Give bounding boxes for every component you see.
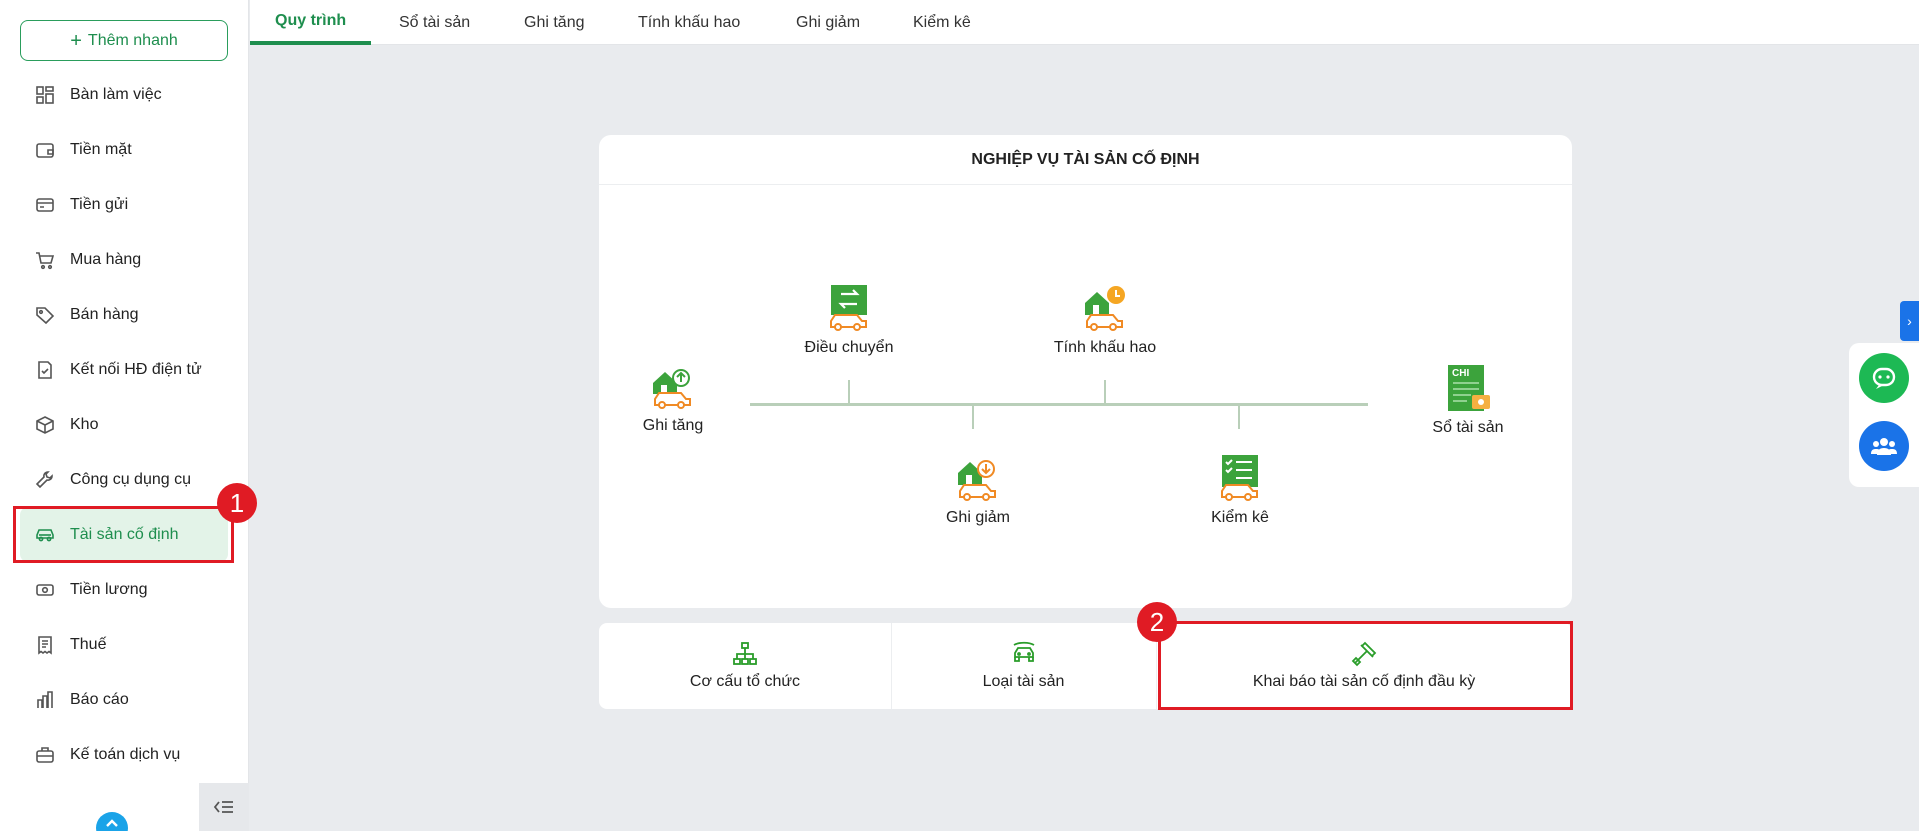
side-expand-tab[interactable]: › [1900, 301, 1919, 341]
sidebar-item-ket-noi-hd[interactable]: Kết nối HĐ điện tử [20, 342, 228, 397]
sidebar: + Thêm nhanh Bàn làm việc Tiền mặt Tiền … [0, 0, 249, 831]
quick-add-label: Thêm nhanh [87, 31, 178, 49]
process-node-so-tai-san[interactable]: CHI Sổ tài sản [1422, 363, 1514, 437]
sidebar-item-ban-lam-viec[interactable]: Bàn làm việc [20, 67, 228, 122]
tab-kiem-ke[interactable]: Kiểm kê [888, 0, 996, 45]
svg-text:CHI: CHI [1452, 368, 1469, 379]
car-front-icon [1013, 641, 1034, 662]
transfer-car-icon [830, 285, 867, 331]
sidebar-item-label: Kế toán dịch vụ [70, 745, 181, 763]
quick-add-button[interactable]: + Thêm nhanh [20, 20, 228, 61]
floating-actions [1849, 343, 1919, 487]
box-icon [34, 414, 56, 436]
connector-kiem-ke [1238, 405, 1240, 429]
invoice-icon [34, 359, 56, 381]
node-label: Tính khấu hao [1053, 339, 1157, 356]
sidebar-item-label: Tiền lương [70, 580, 148, 598]
checklist-car-icon [1221, 455, 1258, 501]
highlight-box-1 [13, 506, 234, 563]
asset-type-link[interactable]: Loại tài sản [891, 623, 1156, 709]
sidebar-item-kho[interactable]: Kho [20, 397, 228, 452]
collapse-sidebar-button[interactable] [199, 783, 249, 831]
sidebar-item-tien-mat[interactable]: Tiền mặt [20, 122, 228, 177]
step-badge-1: 1 [217, 483, 257, 523]
community-button[interactable] [1859, 421, 1909, 471]
scroll-up-button[interactable] [96, 812, 128, 831]
briefcase-icon [34, 744, 56, 766]
sidebar-item-tien-gui[interactable]: Tiền gửi [20, 177, 228, 232]
tab-quy-trinh[interactable]: Quy trình [250, 0, 372, 45]
sidebar-item-label: Bàn làm việc [70, 85, 162, 103]
connector-ghi-giam [972, 405, 974, 429]
sidebar-item-label: Mua hàng [70, 250, 142, 268]
chat-button[interactable] [1859, 353, 1909, 403]
node-label: Sổ tài sản [1432, 419, 1504, 436]
sidebar-item-mua-hang[interactable]: Mua hàng [20, 232, 228, 287]
sidebar-item-cong-cu[interactable]: Công cụ dụng cụ [20, 452, 228, 507]
sidebar-item-bao-cao[interactable]: Báo cáo [20, 672, 228, 727]
sidebar-item-label: Tiền gửi [70, 195, 129, 213]
process-title: NGHIỆP VỤ TÀI SẢN CỐ ĐỊNH [599, 135, 1572, 185]
sidebar-item-ban-hang[interactable]: Bán hàng [20, 287, 228, 342]
top-tab-bar: Quy trình Sổ tài sản Ghi tăng Tính khấu … [250, 0, 1919, 45]
node-label: Điều chuyển [804, 339, 894, 356]
sidebar-item-label: Bán hàng [70, 305, 139, 323]
wallet-icon [34, 139, 56, 161]
process-node-tinh-khau-hao[interactable]: Tính khấu hao [1042, 283, 1168, 357]
plus-icon: + [70, 29, 82, 52]
sidebar-item-thue[interactable]: Thuế [20, 617, 228, 672]
sidebar-item-label: Thuế [70, 635, 107, 653]
house-car-clock-icon [1085, 286, 1125, 331]
tag-icon [34, 304, 56, 326]
sidebar-item-label: Kết nối HĐ điện tử [70, 360, 202, 378]
sidebar-menu: Bàn làm việc Tiền mặt Tiền gửi Mua hàng … [20, 67, 228, 782]
connector-tinh-khau-hao [1104, 380, 1106, 404]
sidebar-item-tien-luong[interactable]: Tiền lương [20, 562, 228, 617]
chevron-up-icon [106, 819, 118, 827]
step-badge-2: 2 [1137, 602, 1177, 642]
process-node-kiem-ke[interactable]: Kiểm kê [1195, 453, 1285, 527]
chart-icon [34, 689, 56, 711]
sidebar-item-label: Báo cáo [70, 690, 129, 708]
tab-so-tai-san[interactable]: Sổ tài sản [374, 0, 495, 45]
link-label: Cơ cấu tổ chức [689, 673, 801, 690]
node-label: Kiểm kê [1211, 509, 1269, 526]
highlight-box-2 [1158, 621, 1573, 710]
cart-icon [34, 249, 56, 271]
node-label: Ghi tăng [642, 417, 704, 434]
tab-ghi-tang[interactable]: Ghi tăng [499, 0, 609, 45]
sidebar-item-label: Công cụ dụng cụ [70, 470, 191, 488]
chevron-right-icon: › [1907, 313, 1912, 329]
card-icon [34, 194, 56, 216]
sidebar-item-ke-toan-dich-vu[interactable]: Kế toán dịch vụ [20, 727, 228, 782]
sidebar-item-label: Tiền mặt [70, 140, 132, 158]
org-structure-link[interactable]: Cơ cấu tổ chức [599, 623, 891, 709]
collapse-icon [213, 801, 233, 813]
chat-icon [1872, 367, 1896, 389]
sidebar-item-label: Kho [70, 415, 99, 433]
process-node-dieu-chuyen[interactable]: Điều chuyển [789, 283, 909, 357]
process-node-ghi-tang[interactable]: Ghi tăng [635, 361, 711, 435]
link-label: Loại tài sản [982, 673, 1065, 690]
process-card: NGHIỆP VỤ TÀI SẢN CỐ ĐỊNH Ghi tăng Điều … [599, 135, 1572, 608]
dashboard-icon [34, 84, 56, 106]
ledger-icon: CHI [1448, 365, 1490, 411]
process-main-line [750, 403, 1368, 406]
receipt-icon [34, 634, 56, 656]
wrench-icon [34, 469, 56, 491]
money-icon [34, 579, 56, 601]
house-car-remove-icon [958, 460, 996, 501]
node-label: Ghi giảm [945, 509, 1011, 526]
group-icon [1871, 438, 1897, 455]
tab-tinh-khau-hao[interactable]: Tính khấu hao [613, 0, 765, 45]
org-chart-icon [733, 642, 757, 665]
tab-ghi-giam[interactable]: Ghi giảm [771, 0, 885, 45]
process-node-ghi-giam[interactable]: Ghi giảm [933, 453, 1023, 527]
house-car-add-icon [653, 369, 691, 409]
connector-dieu-chuyen [848, 380, 850, 404]
